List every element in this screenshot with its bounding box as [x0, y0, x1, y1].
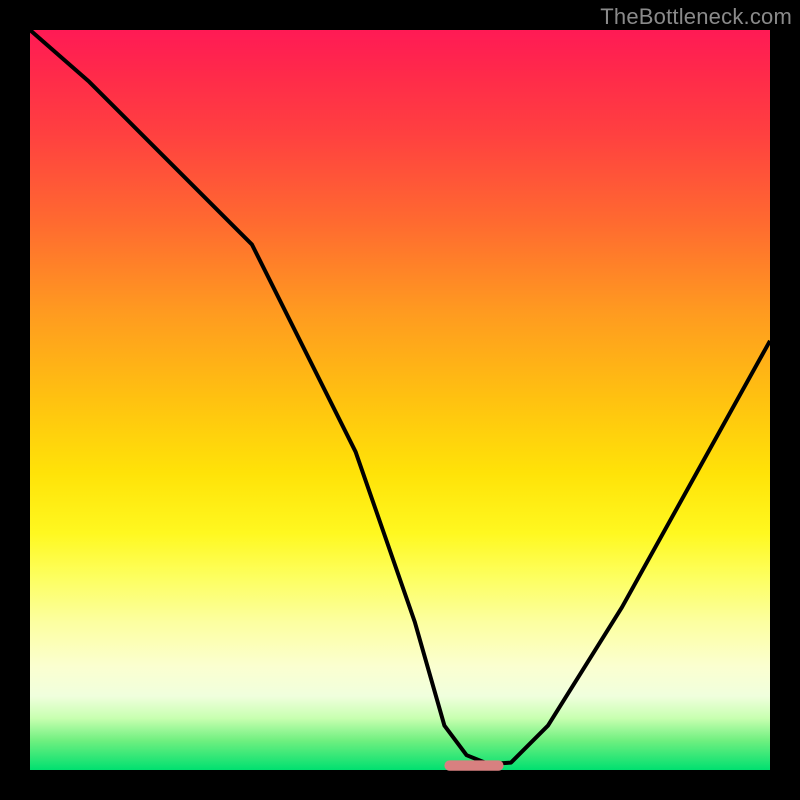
bottleneck-chart: TheBottleneck.com	[0, 0, 800, 800]
watermark-text: TheBottleneck.com	[600, 4, 792, 30]
optimal-marker-rect	[444, 760, 503, 770]
bottleneck-curve-path	[30, 30, 770, 764]
curve-svg	[30, 30, 770, 770]
plot-area	[30, 30, 770, 770]
